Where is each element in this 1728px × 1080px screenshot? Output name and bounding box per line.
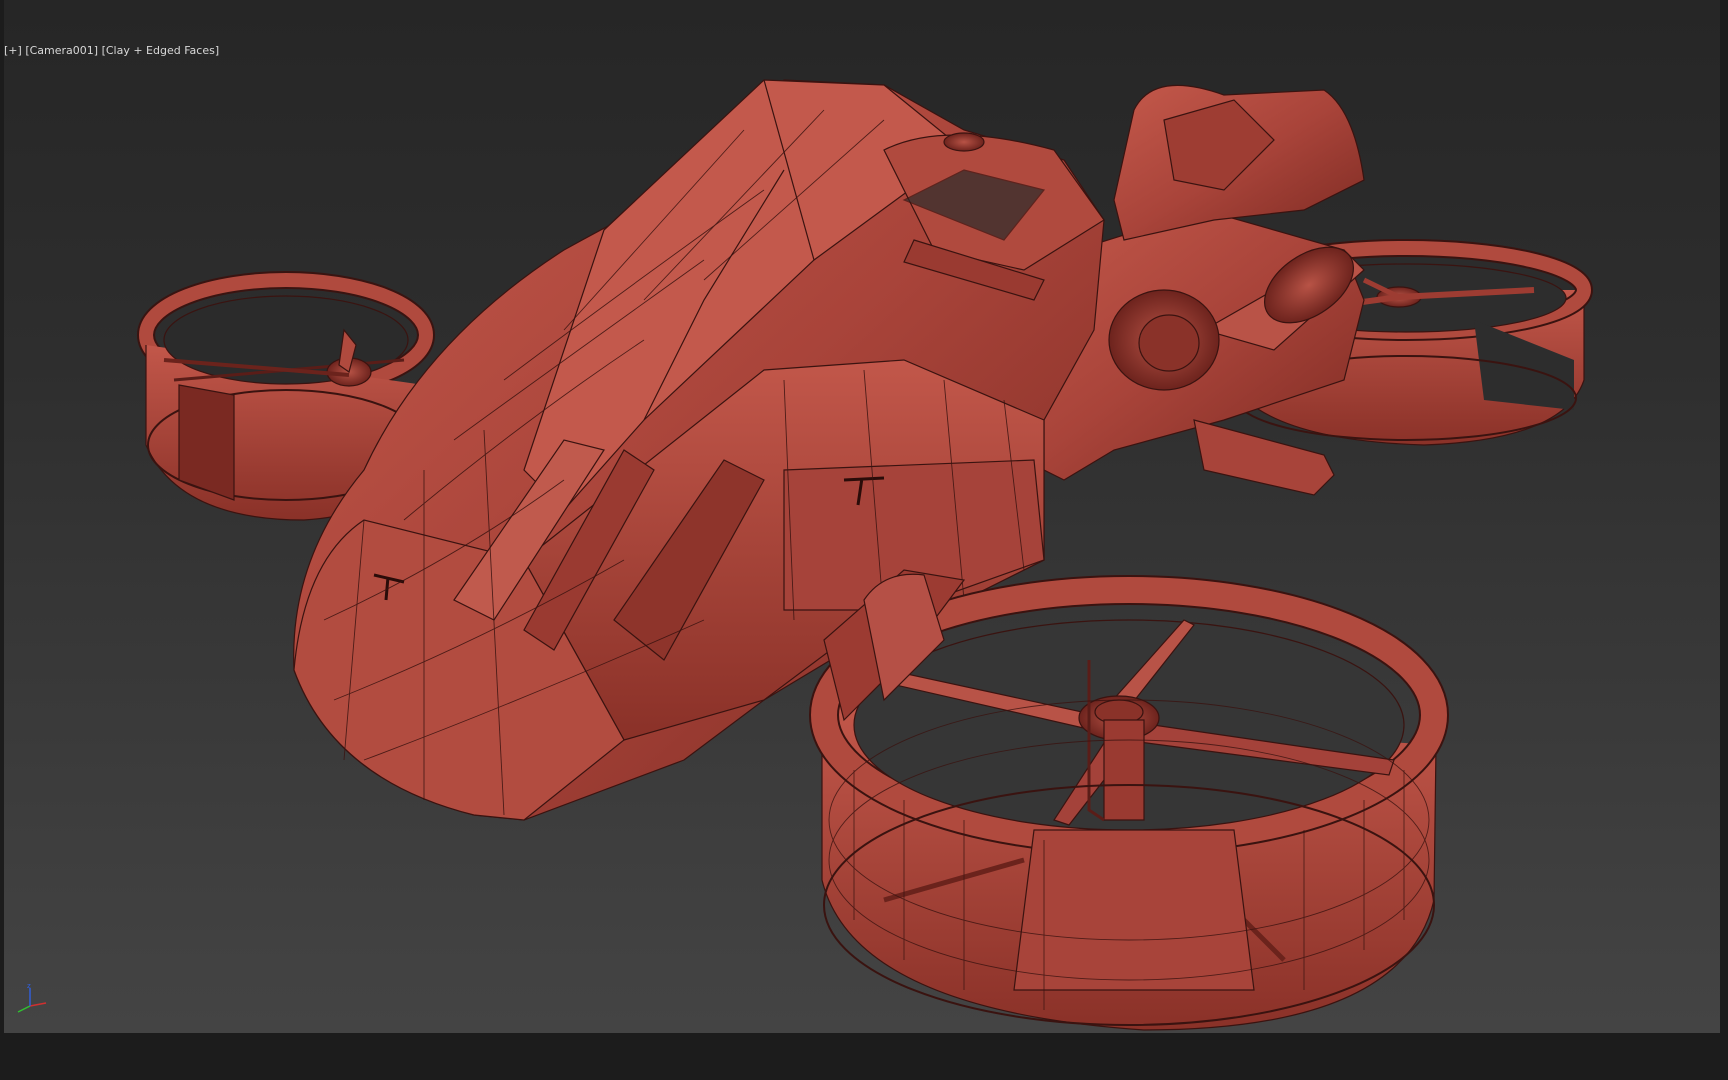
bottom-frame [0, 1033, 1728, 1080]
viewport-menu-button[interactable]: [+] [4, 44, 22, 57]
hover-bike-model[interactable] [137, 79, 1593, 1031]
axis-y-line [17, 1005, 31, 1013]
viewport-camera-button[interactable]: [Camera001] [25, 44, 98, 57]
viewport-shading-button[interactable]: [Clay + Edged Faces] [102, 44, 220, 57]
axis-x-line [29, 1002, 47, 1007]
axis-z-label: z [27, 982, 31, 990]
viewport-label: [+] [Camera001] [Clay + Edged Faces] [4, 44, 219, 57]
perspective-viewport[interactable]: [+] [Camera001] [Clay + Edged Faces] z [4, 0, 1720, 1033]
app-window: [+] [Camera001] [Clay + Edged Faces] z [0, 0, 1728, 1080]
model-render[interactable] [4, 0, 1720, 1033]
axis-tripod-gizmo: z [17, 982, 47, 1013]
